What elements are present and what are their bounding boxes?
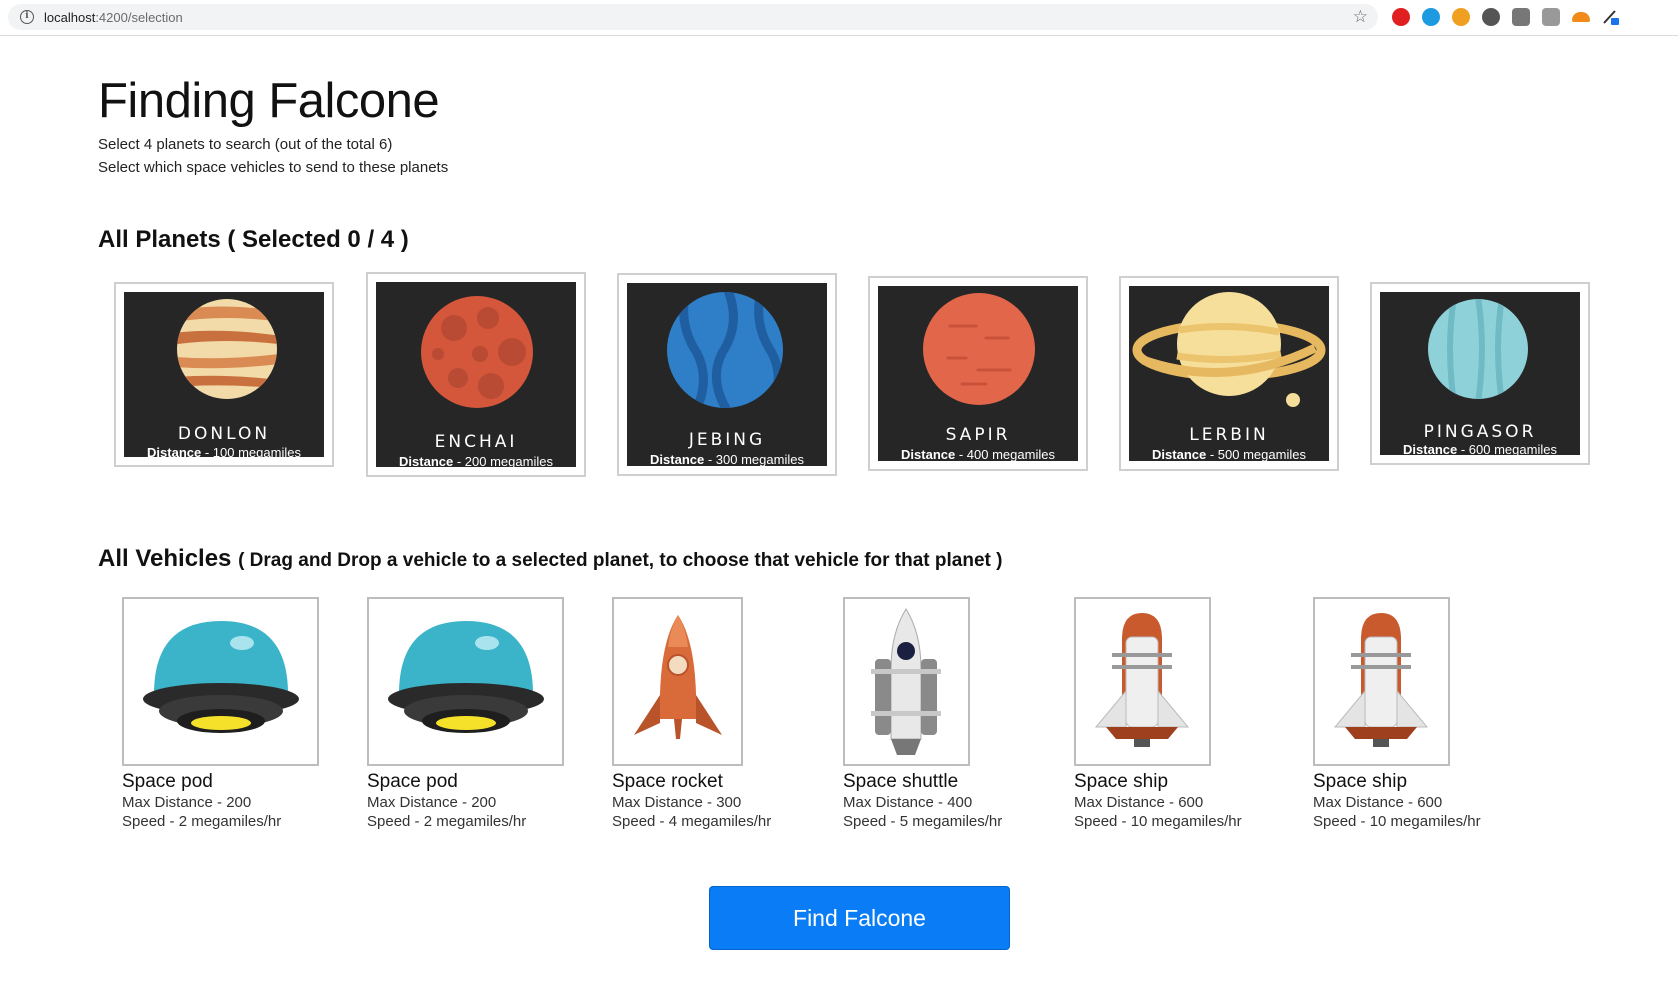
distance-label: Distance [1152, 447, 1207, 461]
planet-card-lerbin[interactable]: LERBIN Distance - 500 megamiles [1119, 276, 1339, 471]
instruction-planets: Select 4 planets to search (out of the t… [98, 136, 393, 153]
planet-name: SAPIR [945, 425, 1011, 445]
pen-extension-icon[interactable] [1602, 8, 1620, 26]
planet-image-sapir: SAPIR Distance - 400 megamiles [878, 286, 1078, 461]
vehicle-max-distance: Max Distance - 600 [1074, 794, 1204, 811]
vehicles-drag-hint: ( Drag and Drop a vehicle to a selected … [238, 550, 1003, 571]
vehicle-max-distance: Max Distance - 200 [367, 794, 497, 811]
bookmark-star-icon[interactable]: ☆ [1353, 7, 1368, 27]
space-ship-icon [1094, 613, 1190, 747]
space-pod-icon [143, 621, 299, 733]
planet-card-pingasor[interactable]: PINGASOR Distance - 600 megamiles [1370, 282, 1590, 465]
browser-toolbar: i localhost:4200/selection ☆ [0, 0, 1678, 36]
vehicle-image[interactable] [367, 597, 564, 766]
vehicle-name: Space rocket [612, 771, 723, 792]
distance-value: - 300 megamiles [707, 452, 804, 466]
distance-value: - 200 megamiles [456, 454, 553, 467]
space-ship-icon [1333, 613, 1429, 747]
distance-label: Distance [901, 447, 956, 461]
m-extension-icon[interactable] [1512, 8, 1530, 26]
bars-extension-icon[interactable] [1542, 8, 1560, 26]
instruction-vehicles: Select which space vehicles to send to t… [98, 159, 449, 176]
planets-heading: All Planets ( Selected 0 / 4 ) [98, 226, 409, 253]
info-icon[interactable]: i [20, 10, 34, 24]
vehicles-heading: All Vehicles ( Drag and Drop a vehicle t… [98, 545, 1002, 573]
planet-distance: Distance - 500 megamiles [1129, 447, 1329, 461]
distance-label: Distance [650, 452, 705, 466]
planet-card-donlon[interactable]: DONLON Distance - 100 megamiles [114, 282, 334, 467]
cloud-extension-icon[interactable] [1572, 12, 1590, 22]
planet-image-lerbin: LERBIN Distance - 500 megamiles [1129, 286, 1329, 461]
vehicle-name: Space pod [122, 771, 213, 792]
vehicle-card-space-shuttle[interactable]: Space shuttle Max Distance - 400 Speed -… [843, 597, 1002, 831]
planet-distance: Distance - 100 megamiles [124, 445, 324, 457]
distance-value: - 500 megamiles [1209, 447, 1306, 461]
vehicle-image[interactable] [612, 597, 743, 766]
vehicle-card-space-pod-2[interactable]: Space pod Max Distance - 200 Speed - 2 m… [367, 597, 564, 831]
planet-image-donlon: DONLON Distance - 100 megamiles [124, 292, 324, 457]
vehicle-speed: Speed - 2 megamiles/hr [122, 813, 282, 830]
planet-name: LERBIN [1189, 425, 1269, 445]
vehicle-image[interactable] [1074, 597, 1211, 766]
wordpress-extension-icon[interactable] [1482, 8, 1500, 26]
extension-icons [1392, 8, 1620, 26]
planet-distance: Distance - 300 megamiles [627, 452, 827, 466]
vehicle-image[interactable] [122, 597, 319, 766]
planet-image-enchai: ENCHAI Distance - 200 megamiles [376, 282, 576, 467]
vehicle-name: Space shuttle [843, 771, 959, 792]
distance-value: - 400 megamiles [958, 447, 1055, 461]
vehicles-heading-title: All Vehicles [98, 545, 232, 572]
vehicle-max-distance: Max Distance - 600 [1313, 794, 1443, 811]
vehicle-image[interactable] [843, 597, 970, 766]
distance-label: Distance [399, 454, 454, 467]
vehicle-max-distance: Max Distance - 200 [122, 794, 252, 811]
vehicle-speed: Speed - 4 megamiles/hr [612, 813, 772, 830]
vehicle-speed: Speed - 5 megamiles/hr [843, 813, 1003, 830]
vehicle-name: Space ship [1074, 771, 1169, 792]
vehicle-speed: Speed - 10 megamiles/hr [1313, 813, 1481, 830]
vehicle-max-distance: Max Distance - 300 [612, 794, 742, 811]
planet-card-enchai[interactable]: ENCHAI Distance - 200 megamiles [366, 272, 586, 477]
planet-name: JEBING [688, 430, 766, 450]
space-shuttle-icon [871, 608, 941, 755]
vehicle-card-space-pod-1[interactable]: Space pod Max Distance - 200 Speed - 2 m… [122, 597, 319, 831]
url-path: :4200/selection [95, 9, 183, 25]
vehicle-name: Space ship [1313, 771, 1408, 792]
planet-name: PINGASOR [1423, 422, 1537, 442]
planet-distance: Distance - 200 megamiles [376, 454, 576, 467]
distance-label: Distance [1403, 442, 1458, 455]
space-pod-icon [388, 621, 544, 733]
vehicle-speed: Speed - 10 megamiles/hr [1074, 813, 1242, 830]
planet-card-jebing[interactable]: JEBING Distance - 300 megamiles [617, 273, 837, 476]
vehicle-image[interactable] [1313, 597, 1450, 766]
gear-extension-icon[interactable] [1452, 8, 1470, 26]
planet-card-sapir[interactable]: SAPIR Distance - 400 megamiles [868, 276, 1088, 471]
vehicle-card-space-ship-2[interactable]: Space ship Max Distance - 600 Speed - 10… [1313, 597, 1481, 831]
space-rocket-icon [634, 615, 722, 739]
page-title: Finding Falcone [98, 74, 440, 128]
distance-value: - 600 megamiles [1460, 442, 1557, 455]
planet-name: DONLON [177, 424, 271, 444]
planet-image-pingasor: PINGASOR Distance - 600 megamiles [1380, 292, 1580, 455]
vehicle-max-distance: Max Distance - 400 [843, 794, 973, 811]
url-host: localhost [44, 9, 96, 25]
planet-distance: Distance - 600 megamiles [1380, 442, 1580, 455]
distance-label: Distance [147, 445, 202, 457]
vehicle-card-space-rocket[interactable]: Space rocket Max Distance - 300 Speed - … [612, 597, 771, 831]
vehicle-card-space-ship-1[interactable]: Space ship Max Distance - 600 Speed - 10… [1074, 597, 1242, 831]
shield-extension-icon[interactable] [1422, 8, 1440, 26]
planet-image-jebing: JEBING Distance - 300 megamiles [627, 283, 827, 466]
vehicle-name: Space pod [367, 771, 458, 792]
opera-extension-icon[interactable] [1392, 8, 1410, 26]
distance-value: - 100 megamiles [204, 445, 301, 457]
url-text[interactable]: localhost:4200/selection [44, 10, 183, 25]
planet-name: ENCHAI [434, 432, 518, 452]
planet-distance: Distance - 400 megamiles [878, 447, 1078, 461]
address-bar[interactable]: i localhost:4200/selection ☆ [8, 4, 1378, 30]
vehicle-speed: Speed - 2 megamiles/hr [367, 813, 527, 830]
find-falcone-button[interactable]: Find Falcone [709, 886, 1010, 950]
